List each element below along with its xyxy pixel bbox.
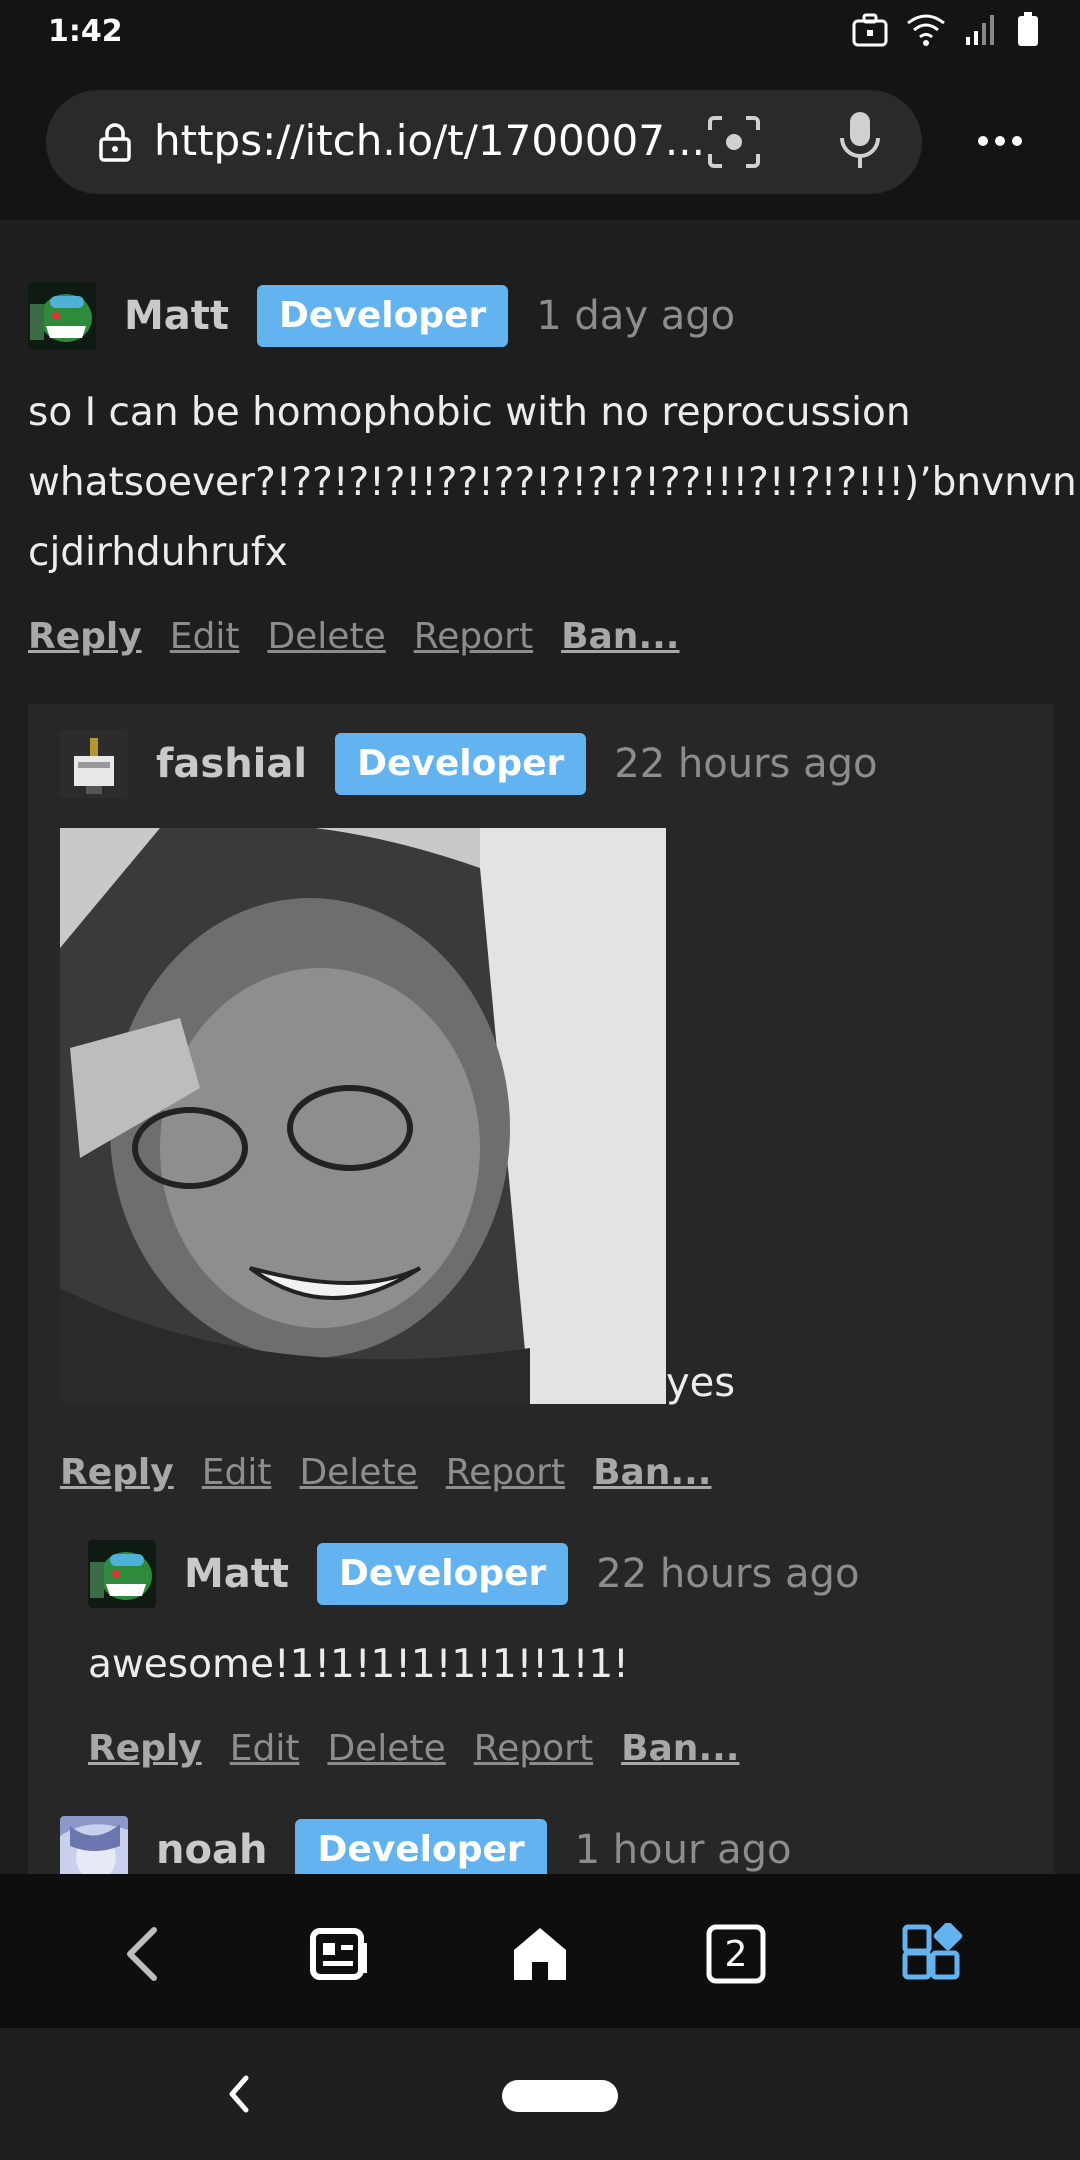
home-icon xyxy=(514,1928,566,1980)
comment: noah Developer 1 hour ago xyxy=(60,1814,1020,1874)
comment-line: cjdirhduhrufx xyxy=(28,530,288,575)
briefcase-icon xyxy=(852,13,888,47)
username[interactable]: Matt xyxy=(124,293,229,339)
comment-line: whatsoever?!??!?!?!!??!??!?!?!?!??!!!?!!… xyxy=(28,460,1080,505)
username[interactable]: fashial xyxy=(156,741,307,787)
comment-actions: Reply Edit Delete Report Ban... xyxy=(28,616,679,657)
comment: Matt Developer 1 day ago so I can be hom… xyxy=(28,280,1080,660)
avatar[interactable] xyxy=(28,282,96,350)
reply-link[interactable]: Reply xyxy=(88,1728,202,1769)
bottom-navigation: 2 xyxy=(0,1874,1080,2028)
ban-link[interactable]: Ban... xyxy=(561,616,679,657)
avatar[interactable] xyxy=(60,1816,128,1874)
report-link[interactable]: Report xyxy=(414,616,533,657)
developer-badge: Developer xyxy=(317,1543,569,1605)
timestamp[interactable]: 22 hours ago xyxy=(596,1551,859,1597)
tab-count: 2 xyxy=(724,1933,748,1975)
edit-link[interactable]: Edit xyxy=(170,616,240,657)
comment: Matt Developer 22 hours ago awesome!1!1!… xyxy=(88,1538,1048,1798)
feed-button[interactable] xyxy=(300,1914,380,1994)
username[interactable]: noah xyxy=(156,1827,267,1873)
lock-icon xyxy=(99,123,131,162)
comment-header: fashial Developer 22 hours ago xyxy=(60,728,877,800)
comment-thread: Matt Developer 1 day ago so I can be hom… xyxy=(0,220,1080,1874)
developer-badge: Developer xyxy=(335,733,587,795)
avatar[interactable] xyxy=(88,1540,156,1608)
wifi-icon xyxy=(907,14,945,46)
url-text[interactable]: https://itch.io/t/1700007... xyxy=(154,116,714,165)
edit-link[interactable]: Edit xyxy=(202,1452,272,1493)
developer-badge: Developer xyxy=(295,1819,547,1874)
comment: fashial Developer 22 hours ago xyxy=(60,728,1040,804)
developer-badge: Developer xyxy=(257,285,509,347)
timestamp[interactable]: 22 hours ago xyxy=(614,741,877,787)
edit-link[interactable]: Edit xyxy=(230,1728,300,1769)
ban-link[interactable]: Ban... xyxy=(593,1452,711,1493)
delete-link[interactable]: Delete xyxy=(327,1728,445,1769)
back-icon xyxy=(127,1927,157,1981)
home-gesture-pill[interactable] xyxy=(502,2080,618,2112)
timestamp[interactable]: 1 hour ago xyxy=(575,1827,792,1873)
extensions-button[interactable] xyxy=(894,1914,974,1994)
extensions-icon xyxy=(902,1923,963,1980)
username[interactable]: Matt xyxy=(184,1551,289,1597)
comment-header: Matt Developer 1 day ago xyxy=(28,280,735,352)
url-bar[interactable]: https://itch.io/t/1700007... xyxy=(46,90,922,194)
comment-actions: Reply Edit Delete Report Ban... xyxy=(88,1728,739,1769)
reply-link[interactable]: Reply xyxy=(60,1452,174,1493)
reply-link[interactable]: Reply xyxy=(28,616,142,657)
system-back-icon[interactable] xyxy=(226,2074,252,2114)
battery-icon xyxy=(1018,12,1038,46)
more-menu-icon[interactable] xyxy=(976,134,1024,148)
delete-link[interactable]: Delete xyxy=(267,616,385,657)
comment-header: noah Developer 1 hour ago xyxy=(60,1814,792,1874)
back-button[interactable] xyxy=(102,1914,182,1994)
report-link[interactable]: Report xyxy=(446,1452,565,1493)
delete-link[interactable]: Delete xyxy=(299,1452,417,1493)
feed-icon xyxy=(310,1928,367,1980)
comment-line: so I can be homophobic with no reprocuss… xyxy=(28,390,911,435)
reaction-image xyxy=(60,828,666,1404)
comment-body: yes xyxy=(666,1360,736,1406)
tabs-button[interactable]: 2 xyxy=(696,1914,776,1994)
timestamp[interactable]: 1 day ago xyxy=(536,293,735,339)
comment-header: Matt Developer 22 hours ago xyxy=(88,1538,859,1610)
comment-actions: Reply Edit Delete Report Ban... xyxy=(60,1452,711,1493)
signal-icon xyxy=(966,15,994,45)
scan-icon[interactable] xyxy=(706,114,762,170)
mic-icon[interactable] xyxy=(838,110,882,172)
status-icons xyxy=(852,12,1040,48)
system-navigation-bar xyxy=(0,2028,1080,2160)
status-time: 1:42 xyxy=(48,14,123,49)
browser-toolbar: https://itch.io/t/1700007... xyxy=(0,70,1080,220)
report-link[interactable]: Report xyxy=(474,1728,593,1769)
comment-body: awesome!1!1!1!1!1!1!!1!1! xyxy=(88,1642,629,1687)
comment-body: so I can be homophobic with no reprocuss… xyxy=(28,378,1080,588)
home-button[interactable] xyxy=(500,1914,580,1994)
status-bar: 1:42 xyxy=(0,0,1080,70)
avatar[interactable] xyxy=(60,730,128,798)
ban-link[interactable]: Ban... xyxy=(621,1728,739,1769)
